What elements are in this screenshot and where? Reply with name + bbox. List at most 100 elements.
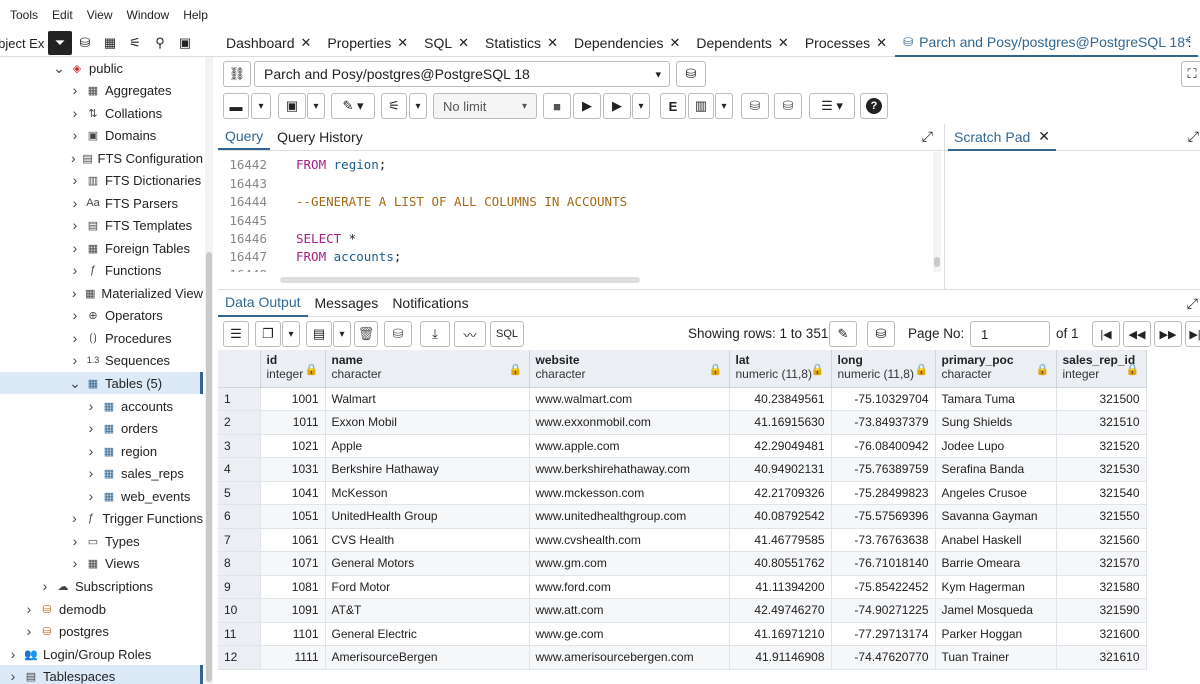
table-cell[interactable]: 1081	[260, 575, 326, 599]
copy-dropdown[interactable]: ▾	[282, 321, 300, 347]
table-cell[interactable]: Exxon Mobil	[325, 410, 530, 435]
table-cell[interactable]: AT&T	[325, 598, 530, 623]
table-cell[interactable]: -76.71018140	[831, 551, 936, 576]
column-header-sales-rep-id[interactable]: sales_rep_id integer 🔒	[1056, 350, 1147, 388]
row-number[interactable]: 7	[218, 528, 261, 552]
table-cell[interactable]: 1091	[260, 598, 326, 623]
tree-item-types[interactable]: › ▭ Types	[0, 530, 203, 552]
column-header-id[interactable]: id integer 🔒	[260, 350, 326, 388]
close-icon[interactable]: ✕	[397, 35, 408, 51]
table-cell[interactable]: 41.16971210	[729, 622, 832, 646]
table-row[interactable]: 8 1071 General Motors www.gm.com 40.80551762…	[218, 551, 1147, 576]
table-row[interactable]: 1 1001 Walmart www.walmart.com 40.23849561 -7…	[218, 387, 1147, 411]
chevron-right-icon[interactable]: ›	[68, 150, 79, 166]
table-cell[interactable]: www.apple.com	[529, 434, 730, 458]
tab-statistics[interactable]: Statistics ✕	[477, 30, 566, 57]
table-cell[interactable]: 1031	[260, 457, 326, 482]
table-cell[interactable]: www.att.com	[529, 598, 730, 623]
chevron-right-icon[interactable]: ›	[68, 555, 82, 571]
table-cell[interactable]: 42.21709326	[729, 481, 832, 505]
editor-scrollbar[interactable]	[933, 152, 941, 272]
more-tabs-icon[interactable]: ⋮	[1183, 34, 1196, 50]
paste-dropdown[interactable]: ▾	[333, 321, 351, 347]
filter-dropdown[interactable]: ▾	[409, 93, 427, 119]
chevron-right-icon[interactable]: ›	[6, 646, 20, 662]
tree-item-collations[interactable]: › ⇅ Collations	[0, 102, 203, 124]
table-cell[interactable]: 40.23849561	[729, 387, 832, 411]
database-icon[interactable]: ⛁	[73, 31, 97, 55]
table-cell[interactable]: 41.91146908	[729, 645, 832, 670]
execute-script-icon[interactable]: ▶	[603, 93, 631, 119]
macros-icon[interactable]: ☰ ▾	[809, 93, 855, 119]
save-file-icon[interactable]: ▣	[278, 93, 306, 119]
table-cell[interactable]: -75.57569396	[831, 504, 936, 529]
table-cell[interactable]: -75.10329704	[831, 387, 936, 411]
table-cell[interactable]: -76.08400942	[831, 434, 936, 458]
table-cell[interactable]: Apple	[325, 434, 530, 458]
table-cell[interactable]: 1001	[260, 387, 326, 411]
table-row[interactable]: 7 1061 CVS Health www.cvshealth.com 41.46779…	[218, 528, 1147, 552]
tab-processes[interactable]: Processes ✕	[797, 30, 895, 57]
table-cell[interactable]: 40.80551762	[729, 551, 832, 576]
table-cell[interactable]: 1011	[260, 410, 326, 435]
row-number[interactable]: 3	[218, 434, 261, 458]
table-row[interactable]: 9 1081 Ford Motor www.ford.com 41.11394200 -7…	[218, 575, 1147, 599]
tree-item-domains[interactable]: › ▣ Domains	[0, 124, 203, 146]
tab-notifications[interactable]: Notifications	[385, 290, 475, 317]
tree-item-views[interactable]: › ▦ Views	[0, 552, 203, 574]
table-row[interactable]: 10 1091 AT&T www.att.com 42.49746270 -74.9027…	[218, 598, 1147, 623]
chevron-right-icon[interactable]: ›	[68, 240, 82, 256]
chevron-right-icon[interactable]: ›	[68, 285, 80, 301]
table-cell[interactable]: -75.85422452	[831, 575, 936, 599]
open-file-icon[interactable]: ▬	[223, 93, 249, 119]
code-line[interactable]: FROM region;	[296, 157, 386, 172]
explain-analyze-icon[interactable]: ▥	[688, 93, 714, 119]
query-tool-icon[interactable]: ⏷	[48, 31, 72, 55]
chevron-right-icon[interactable]: ›	[68, 307, 82, 323]
table-cell[interactable]: Jamel Mosqueda	[935, 598, 1057, 623]
table-cell[interactable]: 1051	[260, 504, 326, 529]
table-cell[interactable]: 42.49746270	[729, 598, 832, 623]
rollback-icon[interactable]: ⛁	[774, 93, 802, 119]
row-number[interactable]: 5	[218, 481, 261, 505]
copy-icon[interactable]: ❐	[255, 321, 281, 347]
close-icon[interactable]: ✕	[547, 35, 558, 51]
row-number[interactable]: 6	[218, 504, 261, 529]
graph-icon[interactable]: 〰	[454, 321, 486, 347]
chevron-right-icon[interactable]: ›	[84, 465, 98, 481]
table-cell[interactable]: UnitedHealth Group	[325, 504, 530, 529]
chevron-right-icon[interactable]: ›	[68, 217, 82, 233]
tree-item-fts-templates[interactable]: › ▤ FTS Templates	[0, 214, 203, 236]
row-number[interactable]: 10	[218, 598, 261, 623]
tab-dependents[interactable]: Dependents ✕	[688, 30, 796, 57]
code-line[interactable]: --GENERATE A LIST OF ALL COLUMNS IN ACCO…	[296, 194, 627, 209]
psql-tool-icon[interactable]: ▣	[173, 31, 197, 55]
table-cell[interactable]: www.mckesson.com	[529, 481, 730, 505]
filter-rows-icon[interactable]: ⚟	[123, 31, 147, 55]
code-line[interactable]: FROM accounts;	[296, 249, 401, 264]
paste-icon[interactable]: ▤	[306, 321, 332, 347]
table-cell[interactable]: -74.90271225	[831, 598, 936, 623]
close-icon[interactable]: ✕	[669, 35, 680, 51]
table-cell[interactable]: 1021	[260, 434, 326, 458]
close-icon[interactable]: ✕	[301, 35, 312, 51]
explain-icon[interactable]: E	[660, 93, 686, 119]
tree-item-sales-reps[interactable]: › ▦ sales_reps	[0, 462, 203, 484]
table-row[interactable]: 6 1051 UnitedHealth Group www.unitedhealthg…	[218, 504, 1147, 529]
table-cell[interactable]: Savanna Gayman	[935, 504, 1057, 529]
tree-item-fts-configuration[interactable]: › ▤ FTS Configuration	[0, 147, 203, 169]
table-cell[interactable]: www.berkshirehathaway.com	[529, 457, 730, 482]
table-cell[interactable]: Berkshire Hathaway	[325, 457, 530, 482]
table-cell[interactable]: 321520	[1056, 434, 1147, 458]
menu-tools[interactable]: Tools	[10, 8, 38, 22]
table-cell[interactable]: www.gm.com	[529, 551, 730, 576]
tree-item-tablespaces[interactable]: › ▤ Tablespaces	[0, 665, 203, 684]
chevron-right-icon[interactable]: ›	[68, 195, 82, 211]
chevron-right-icon[interactable]: ›	[38, 578, 52, 594]
table-cell[interactable]: -73.84937379	[831, 410, 936, 435]
save-dropdown[interactable]: ▾	[307, 93, 325, 119]
table-cell[interactable]: 321550	[1056, 504, 1147, 529]
table-cell[interactable]: Tamara Tuma	[935, 387, 1057, 411]
tree-item-web-events[interactable]: › ▦ web_events	[0, 485, 203, 507]
filter-icon[interactable]: ⚟	[381, 93, 407, 119]
